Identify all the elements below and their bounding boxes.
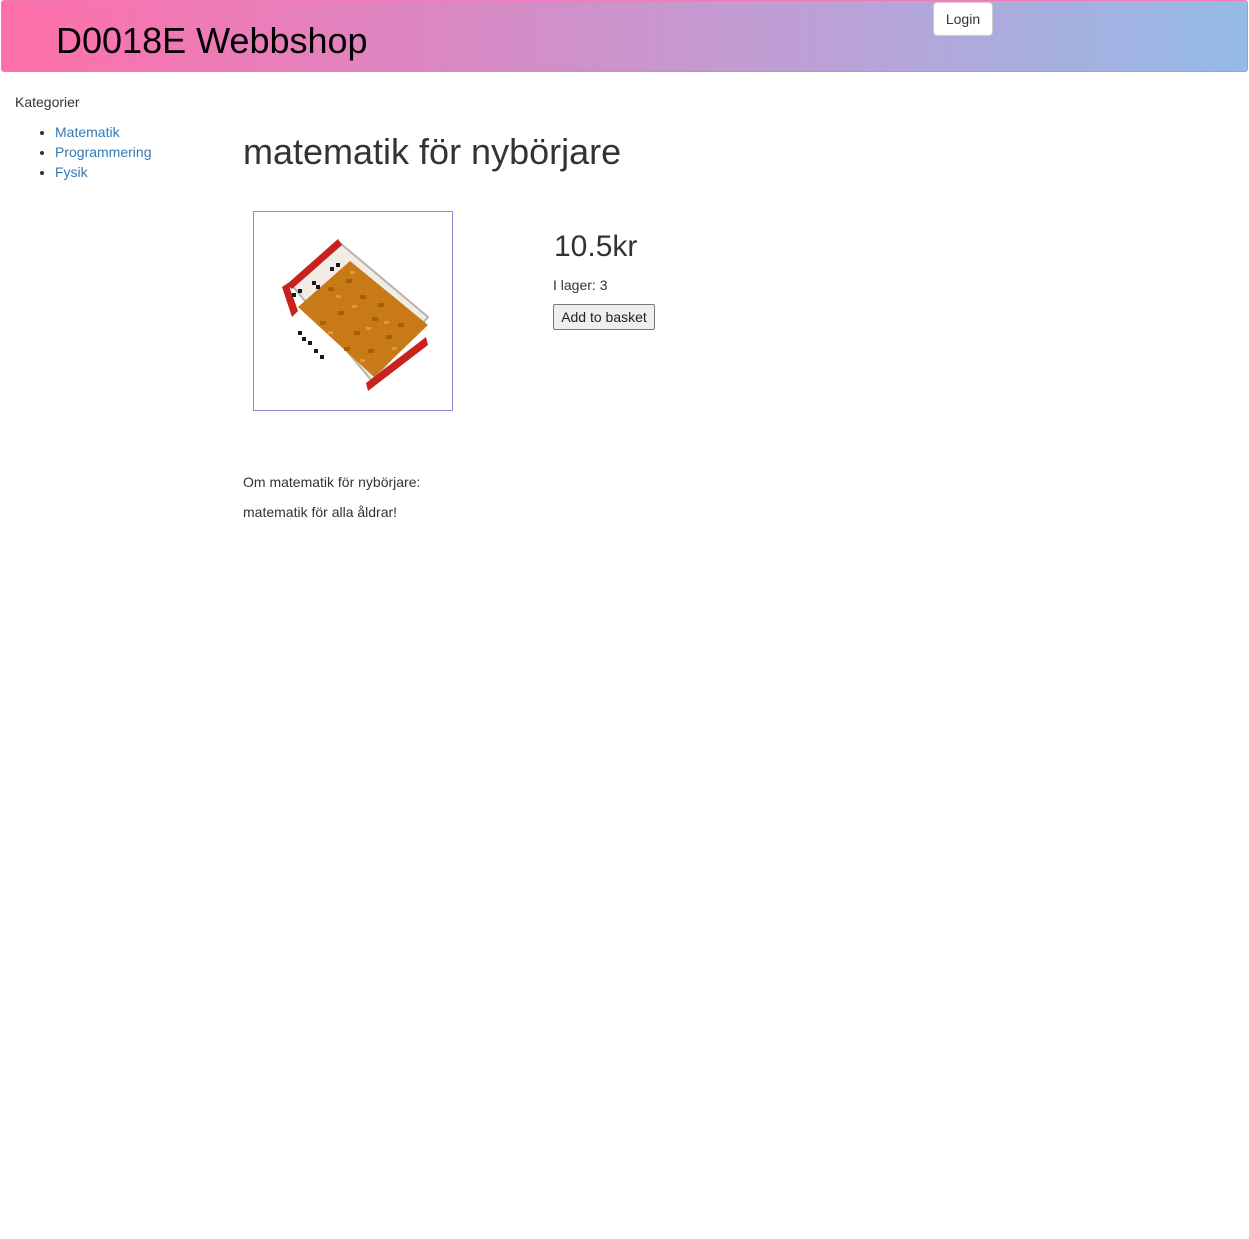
site-header: D0018E Webbshop Login <box>1 0 1248 72</box>
book-icon <box>282 239 430 391</box>
add-to-basket-button[interactable]: Add to basket <box>553 304 655 330</box>
stock-count: I lager: 3 <box>553 277 608 293</box>
category-item: Programmering <box>55 142 151 162</box>
product-image <box>253 211 453 411</box>
sidebar-title: Kategorier <box>15 94 80 110</box>
product-description: matematik för alla åldrar! <box>243 504 398 520</box>
category-list: Matematik Programmering Fysik <box>15 122 151 182</box>
category-link-matematik[interactable]: Matematik <box>55 124 120 140</box>
category-sidebar: Kategorier Matematik Programmering Fysik <box>15 92 151 182</box>
category-link-fysik[interactable]: Fysik <box>55 164 88 180</box>
category-item: Matematik <box>55 122 151 142</box>
login-button[interactable]: Login <box>933 2 993 36</box>
about-heading: Om matematik för nybörjare: <box>243 474 421 490</box>
product-title: matematik för nybörjare <box>243 131 622 172</box>
category-link-programmering[interactable]: Programmering <box>55 144 151 160</box>
product-price: 10.5kr <box>554 230 638 263</box>
category-item: Fysik <box>55 162 151 182</box>
site-title: D0018E Webbshop <box>56 20 368 61</box>
